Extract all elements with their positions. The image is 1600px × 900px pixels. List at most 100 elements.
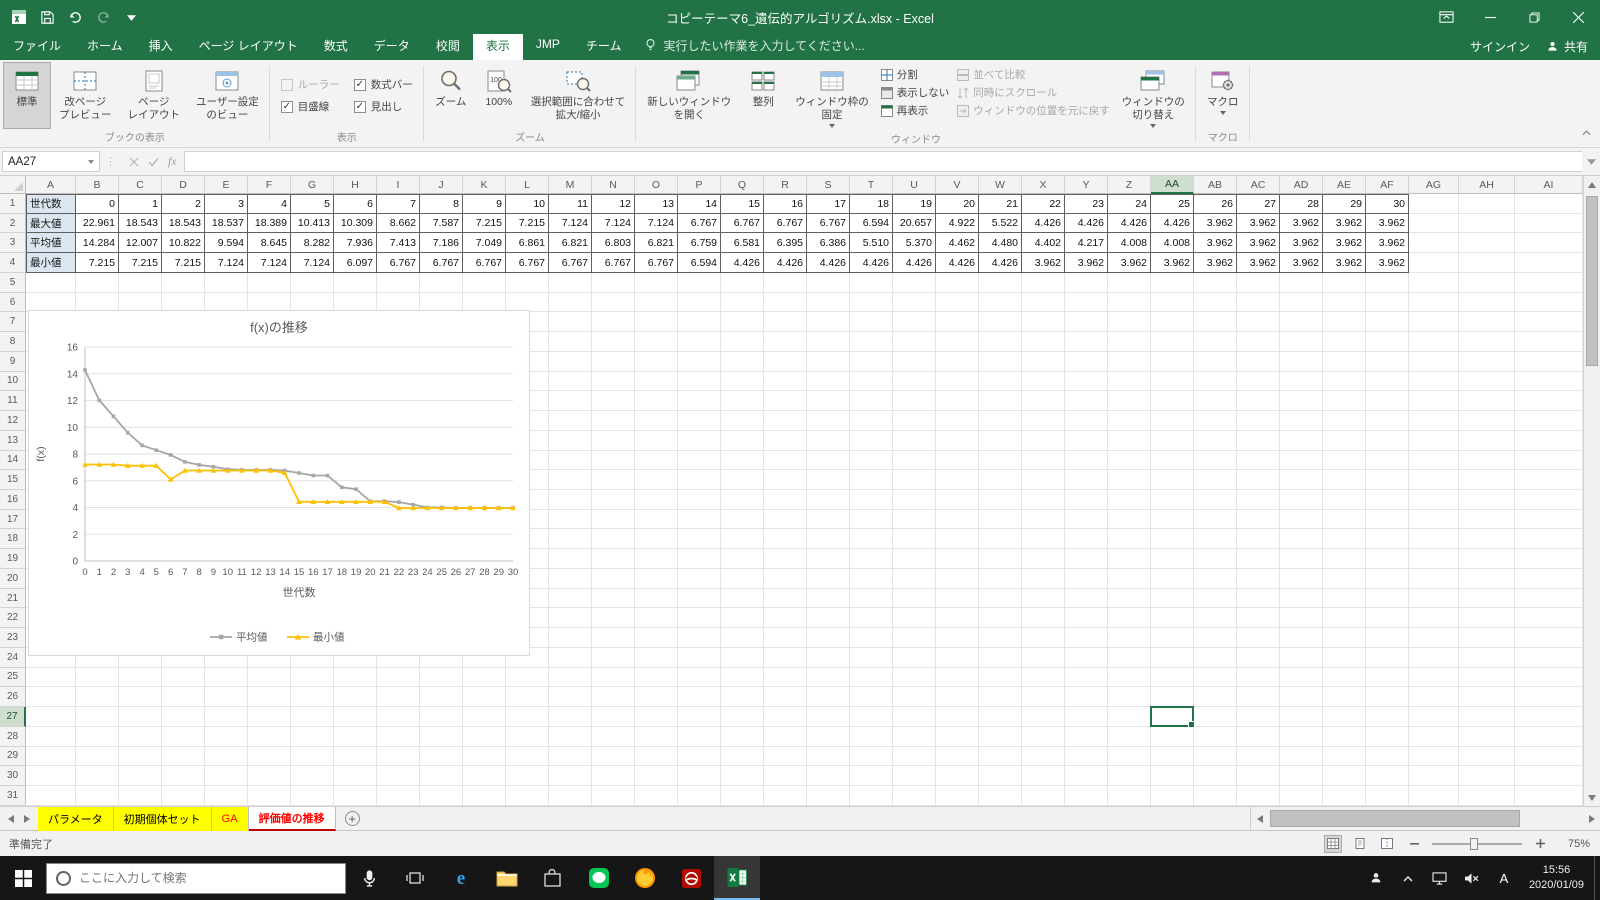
cell[interactable]	[549, 411, 592, 431]
row-header[interactable]: 16	[0, 490, 26, 510]
cell[interactable]	[678, 687, 721, 708]
cell[interactable]	[1323, 411, 1366, 431]
cell[interactable]: 7.124	[635, 213, 678, 234]
cell[interactable]	[979, 628, 1022, 648]
cell[interactable]: 20.657	[893, 213, 936, 234]
cell[interactable]	[807, 391, 850, 412]
cell[interactable]	[1515, 667, 1583, 688]
edge-icon[interactable]: e	[438, 856, 484, 900]
arrange-all-button[interactable]: 整列	[739, 62, 787, 131]
cell[interactable]: 6.767	[420, 253, 463, 273]
cell[interactable]	[936, 529, 979, 550]
ribbon-tab[interactable]: 校閲	[423, 32, 473, 60]
cell[interactable]	[1108, 411, 1151, 431]
cell[interactable]	[162, 707, 205, 727]
cell[interactable]	[119, 667, 162, 688]
close-button[interactable]	[1556, 0, 1600, 34]
cell[interactable]	[1323, 588, 1366, 609]
column-header[interactable]: I	[377, 176, 420, 194]
cell[interactable]	[1237, 588, 1280, 609]
cell[interactable]	[1022, 509, 1065, 530]
cell[interactable]	[1409, 272, 1459, 293]
cell[interactable]	[76, 687, 119, 708]
cell[interactable]: 10.309	[334, 213, 377, 234]
column-header[interactable]: AA	[1151, 176, 1194, 194]
row-header[interactable]: 26	[0, 687, 26, 708]
cell[interactable]	[592, 786, 635, 806]
cell[interactable]	[1151, 786, 1194, 806]
cell[interactable]	[979, 292, 1022, 313]
cell[interactable]: 4.426	[764, 253, 807, 273]
formula-input[interactable]	[184, 151, 1582, 172]
cell[interactable]: 7.215	[162, 253, 205, 273]
cell[interactable]: 27	[1237, 194, 1280, 214]
cell[interactable]	[1108, 786, 1151, 806]
cell[interactable]	[678, 707, 721, 727]
cell[interactable]: 6.767	[678, 213, 721, 234]
cell[interactable]	[1280, 470, 1323, 491]
cell[interactable]	[1409, 529, 1459, 550]
cell[interactable]	[1237, 292, 1280, 313]
cell[interactable]	[807, 647, 850, 668]
cell[interactable]	[1151, 766, 1194, 787]
cell[interactable]	[678, 490, 721, 510]
cell[interactable]	[248, 726, 291, 747]
cell[interactable]	[721, 490, 764, 510]
cell[interactable]	[592, 411, 635, 431]
cell[interactable]	[678, 786, 721, 806]
cell[interactable]	[1459, 194, 1515, 214]
cell[interactable]	[1194, 568, 1237, 589]
cell[interactable]: 4	[248, 194, 291, 214]
cell[interactable]	[420, 687, 463, 708]
cell[interactable]	[1237, 332, 1280, 352]
cell[interactable]	[420, 667, 463, 688]
cell[interactable]	[1323, 746, 1366, 767]
cell[interactable]	[592, 529, 635, 550]
cell[interactable]	[1108, 549, 1151, 569]
cell[interactable]	[635, 312, 678, 333]
column-header[interactable]: W	[979, 176, 1022, 194]
cell[interactable]	[592, 312, 635, 333]
cell[interactable]	[420, 726, 463, 747]
cell[interactable]	[1515, 490, 1583, 510]
cell[interactable]	[420, 272, 463, 293]
cell[interactable]	[635, 746, 678, 767]
cell[interactable]	[721, 667, 764, 688]
cell[interactable]	[1237, 470, 1280, 491]
cell[interactable]: 13	[635, 194, 678, 214]
cell[interactable]	[76, 726, 119, 747]
cell[interactable]	[721, 647, 764, 668]
cell[interactable]	[1366, 766, 1409, 787]
cell[interactable]	[248, 766, 291, 787]
cell[interactable]	[1237, 726, 1280, 747]
cell[interactable]: 7	[377, 194, 420, 214]
cell[interactable]: 3.962	[1237, 253, 1280, 273]
cell[interactable]	[979, 490, 1022, 510]
cell[interactable]	[936, 509, 979, 530]
cell[interactable]	[119, 766, 162, 787]
cell[interactable]	[807, 371, 850, 392]
taskbar-search[interactable]	[46, 862, 346, 894]
cell[interactable]	[1194, 272, 1237, 293]
cell[interactable]	[1108, 371, 1151, 392]
cell[interactable]: 18	[850, 194, 893, 214]
cell[interactable]	[76, 746, 119, 767]
cell[interactable]	[635, 351, 678, 372]
cell[interactable]	[1515, 312, 1583, 333]
page-layout-button[interactable]: ページ レイアウト	[120, 62, 189, 129]
cell[interactable]	[678, 332, 721, 352]
cell[interactable]	[1194, 391, 1237, 412]
cell[interactable]	[979, 371, 1022, 392]
cell[interactable]	[1459, 233, 1515, 254]
cell[interactable]	[1366, 351, 1409, 372]
cell[interactable]	[1515, 509, 1583, 530]
cell[interactable]	[1409, 608, 1459, 629]
cell[interactable]	[1065, 371, 1108, 392]
cell[interactable]	[764, 766, 807, 787]
cell[interactable]	[893, 312, 936, 333]
cell[interactable]	[1409, 766, 1459, 787]
cell[interactable]	[893, 568, 936, 589]
save-icon[interactable]	[34, 4, 60, 30]
cell[interactable]	[162, 667, 205, 688]
row-header[interactable]: 23	[0, 628, 26, 648]
